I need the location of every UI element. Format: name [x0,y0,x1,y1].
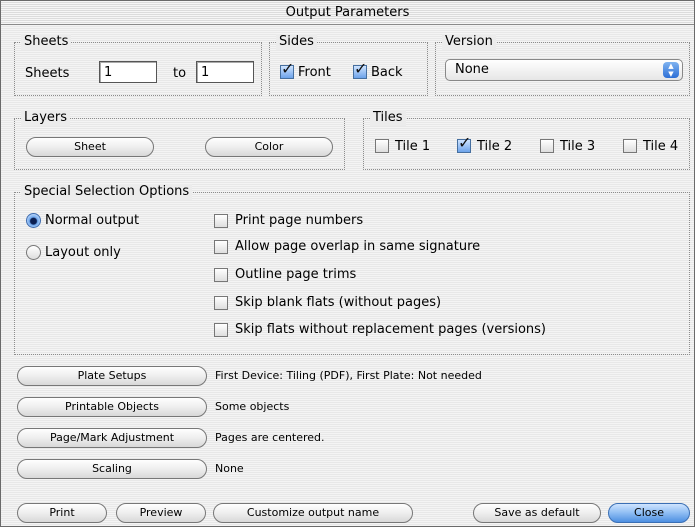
allow-overlap-label[interactable]: Allow page overlap in same signature [235,239,480,255]
version-select[interactable]: None ▲ ▼ [445,59,683,81]
back-checkbox[interactable]: ✓ [353,60,367,79]
sheets-to-input[interactable] [196,61,254,83]
allow-overlap-checkbox[interactable] [214,240,228,254]
preview-button[interactable]: Preview [116,503,206,523]
window-title: Output Parameters [1,1,694,25]
layout-only-label[interactable]: Layout only [45,245,121,261]
layers-group: Layers Sheet Color [14,110,345,170]
version-selected-value: None [455,62,489,77]
print-page-numbers-label[interactable]: Print page numbers [235,213,363,229]
tiles-legend: Tiles [370,110,406,126]
normal-output-radio[interactable] [26,213,41,228]
outline-trims-label[interactable]: Outline page trims [235,267,356,283]
sheets-legend: Sheets [21,34,72,50]
tile-2-label[interactable]: Tile 2 [477,139,512,155]
tile-1-checkbox[interactable] [375,139,389,153]
plate-setups-button[interactable]: Plate Setups [17,366,207,386]
layout-only-radio[interactable] [26,245,41,260]
skip-blank-flats-label[interactable]: Skip blank flats (without pages) [235,295,441,311]
tile-3-label[interactable]: Tile 3 [560,139,595,155]
save-as-default-button[interactable]: Save as default [473,503,601,523]
sheets-from-input[interactable] [99,61,157,83]
tile-3-checkbox[interactable] [540,139,554,153]
close-button[interactable]: Close [608,503,690,523]
version-group: Version None ▲ ▼ [435,34,690,96]
print-page-numbers-checkbox[interactable] [214,214,228,228]
normal-output-label[interactable]: Normal output [45,213,139,229]
layers-legend: Layers [21,110,71,126]
tile-4-checkbox[interactable] [623,139,637,153]
scaling-button[interactable]: Scaling [17,459,207,479]
output-parameters-dialog: Output Parameters Sheets Sheets to Sides… [0,0,695,527]
printable-objects-value: Some objects [215,400,290,413]
sides-legend: Sides [276,34,317,50]
sides-group: Sides ✓ Front ✓ Back [269,34,428,96]
checkmark-icon: ✓ [354,59,368,78]
plate-setups-value: First Device: Tiling (PDF), First Plate:… [215,369,482,382]
skip-blank-flats-checkbox[interactable] [214,296,228,310]
tile-2-checkbox[interactable]: ✓ [457,134,471,153]
tiles-group: Tiles Tile 1 ✓ Tile 2 Tile 3 Tile 4 [363,110,690,170]
scaling-value: None [215,462,244,475]
sheet-button[interactable]: Sheet [26,137,154,157]
page-mark-adjustment-button[interactable]: Page/Mark Adjustment [17,428,207,448]
front-checkbox[interactable]: ✓ [280,60,294,79]
special-options-group: Special Selection Options Normal output … [14,184,690,355]
updown-arrows-icon: ▲ ▼ [663,62,679,78]
front-label[interactable]: Front [298,65,331,81]
customize-output-name-button[interactable]: Customize output name [213,503,413,523]
tile-4-label[interactable]: Tile 4 [643,139,678,155]
back-label[interactable]: Back [371,65,403,81]
print-button[interactable]: Print [17,503,107,523]
sheets-to-label: to [173,66,187,81]
checkmark-icon: ✓ [458,133,472,152]
sheets-group: Sheets Sheets to [14,34,262,96]
tile-1-label[interactable]: Tile 1 [395,139,430,155]
checkmark-icon: ✓ [281,59,295,78]
special-options-legend: Special Selection Options [21,184,193,200]
page-mark-adjustment-value: Pages are centered. [215,431,325,444]
printable-objects-button[interactable]: Printable Objects [17,397,207,417]
outline-trims-checkbox[interactable] [214,268,228,282]
sheets-label: Sheets [25,66,70,81]
color-button[interactable]: Color [205,137,333,157]
skip-flats-without-replacement-checkbox[interactable] [214,323,228,337]
version-legend: Version [442,34,496,50]
skip-flats-without-replacement-label[interactable]: Skip flats without replacement pages (ve… [235,322,546,338]
